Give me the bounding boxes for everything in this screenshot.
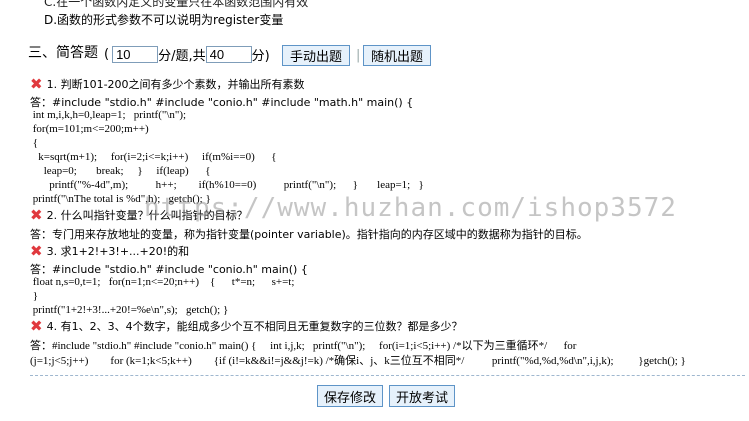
option-d: D.函数的形式参数不可以说明为register变量 — [44, 13, 284, 27]
divider — [30, 375, 745, 376]
watermark: https://www.huzhan.com/ishop3572 — [144, 193, 677, 223]
question-1-title: ✖ 1. 判断101-200之间有多少个素数，并输出所有素数 — [30, 76, 305, 92]
cross-icon: ✖ — [30, 74, 43, 93]
question-1-text: 1. 判断101-200之间有多少个素数，并输出所有素数 — [46, 78, 305, 91]
answer-line: } — [30, 290, 39, 302]
answer-line: float n,s=0,t=1; for(n=1;n<=20;n++) { t*… — [30, 276, 295, 288]
answer-line: { — [30, 137, 39, 149]
answer-line: printf("1+2!+3!...+20!=%e\n",s); getch()… — [30, 304, 229, 316]
answer-line: int m,i,k,h=0,leap=1; printf("\n"); — [30, 109, 187, 121]
answer-line: leap=0; break; } if(leap) { — [30, 165, 211, 177]
cross-icon: ✖ — [30, 205, 43, 224]
question-4-title: ✖ 4. 有1、2、3、4个数字，能组成多少个互不相同且无重复数字的三位数？都是… — [30, 318, 463, 334]
truncated-option-c: C.在一个函数内定义的变量只在本函数范围内有效 — [44, 0, 309, 9]
cross-icon: ✖ — [30, 241, 43, 260]
open-exam-button[interactable]: 开放考试 — [389, 385, 455, 407]
answer-line: 答：#include "stdio.h" #include "conio.h" … — [30, 263, 308, 276]
cross-icon: ✖ — [30, 316, 43, 335]
per-question-label: 分/题,共 — [158, 49, 206, 64]
total-score-input[interactable] — [205, 46, 252, 63]
question-4-text: 4. 有1、2、3、4个数字，能组成多少个互不相同且无重复数字的三位数？都是多少… — [46, 320, 463, 333]
score-close-label: 分) — [251, 49, 270, 64]
button-separator: | — [356, 48, 361, 63]
manual-generate-button[interactable]: 手动出题 — [282, 45, 350, 66]
answer-line: 答：#include "stdio.h" #include "conio.h" … — [30, 96, 414, 109]
answer-line: (j=1;j<5;j++) for (k=1;k<5;k++) {if (i!=… — [30, 355, 686, 367]
answer-line: k=sqrt(m+1); for(i=2;i<=k;i++) if(m%i==0… — [30, 151, 277, 163]
answer-line: 答：专门用来存放地址的变量，称为指针变量(pointer variable)。指… — [30, 228, 588, 241]
question-3-text: 3. 求1+2!+3!+...+20!的和 — [46, 245, 190, 258]
score-settings: ( 分/题,共 分) — [104, 45, 270, 64]
answer-line: for(m=101;m<=200;m++) — [30, 123, 149, 135]
open-paren: ( — [104, 47, 110, 62]
question-3-title: ✖ 3. 求1+2!+3!+...+20!的和 — [30, 243, 189, 259]
answer-line: 答：#include "stdio.h" #include "conio.h" … — [30, 340, 577, 352]
section-title: 三、简答题 — [28, 45, 98, 61]
random-generate-button[interactable]: 随机出题 — [363, 45, 431, 66]
answer-line: printf("%-4d",m); h++; if(h%10==0) print… — [30, 179, 424, 191]
score-per-question-input[interactable] — [112, 46, 159, 63]
save-changes-button[interactable]: 保存修改 — [317, 385, 383, 407]
